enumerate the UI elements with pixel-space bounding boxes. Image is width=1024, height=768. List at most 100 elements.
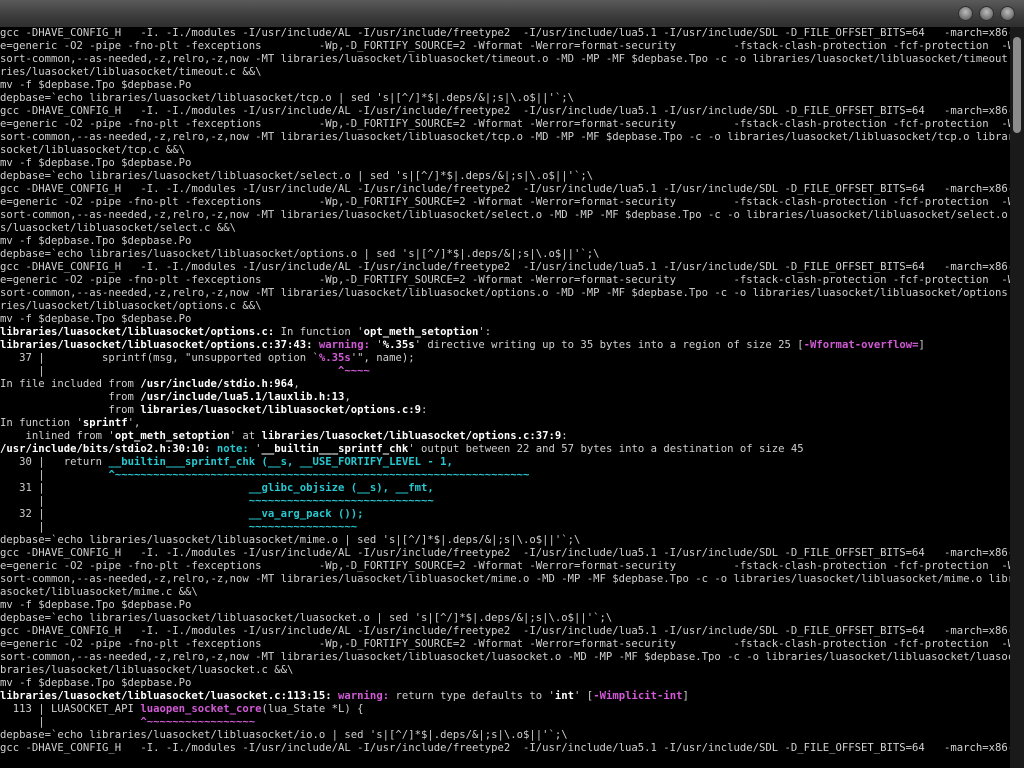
terminal-line: gcc -DHAVE_CONFIG_H -I. -I./modules -I/u… [0,261,1010,274]
terminal-line: libraries/luasocket/libluasocket/options… [0,339,1010,352]
terminal-text: In function ' [274,326,364,338]
terminal-line: | ~~~~~~~~~~~~~~~~~~~~~~~~~~~~~ [0,495,1010,508]
window-titlebar[interactable] [0,0,1024,27]
terminal-text: /usr/include/bits/stdio2.h:30:10: [0,443,211,455]
terminal-text: libraries/luasocket/libluasocket/options… [140,404,421,416]
terminal-text: /usr/include/stdio.h:964 [140,378,294,390]
terminal-text: ' output between 22 and 57 bytes into a … [408,443,804,455]
terminal-text: depbase=`echo libraries/luasocket/liblua… [0,729,568,741]
close-button[interactable] [1000,6,1015,21]
terminal-line: inlined from 'opt_meth_setoption' at lib… [0,430,1010,443]
maximize-button[interactable] [979,6,994,21]
terminal-text: __glibc_objsize (__s), __fmt, [248,482,434,494]
terminal-text: depbase=`echo libraries/luasocket/liblua… [0,612,613,624]
terminal-text: gcc -DHAVE_CONFIG_H -I. -I./modules -I/u… [0,27,1010,39]
terminal-line: gcc -DHAVE_CONFIG_H -I. -I./modules -I/u… [0,27,1010,40]
terminal-line: e=generic -O2 -pipe -fno-plt -fexception… [0,638,1010,651]
terminal-text: gcc -DHAVE_CONFIG_H -I. -I./modules -I/u… [0,105,1010,117]
terminal-line: sort-common,--as-needed,-z,relro,-z,now … [0,573,1010,586]
terminal-output[interactable]: gcc -DHAVE_CONFIG_H -I. -I./modules -I/u… [0,27,1010,768]
terminal-text: 37 | sprintf(msg, "unsupported option ` [0,352,319,364]
terminal-line: 30 | return __builtin___sprintf_chk (__s… [0,456,1010,469]
terminal-text: 32 | [0,508,249,520]
terminal-text: In file included from [0,378,141,390]
terminal-text: mv -f $depbase.Tpo $depbase.Po [0,313,192,325]
scrollbar-thumb[interactable] [1013,37,1021,133]
terminal-text: libraries/luasocket/libluasocket/options… [261,430,562,442]
terminal-line: gcc -DHAVE_CONFIG_H -I. -I./modules -I/u… [0,742,1010,755]
terminal-line: mv -f $depbase.Tpo $depbase.Po [0,157,1010,170]
terminal-text: e=generic -O2 -pipe -fno-plt -fexception… [0,638,1010,650]
terminal-line: sort-common,--as-needed,-z,relro,-z,now … [0,287,1010,300]
terminal-line: libraries/luasocket/libluasocket/options… [0,326,1010,339]
terminal-text: %.35s [318,352,351,364]
terminal-text: asocket/libluasocket/mime.c &&\ [0,586,198,598]
terminal-text: s/luasocket/libluasocket/select.c &&\ [0,222,236,234]
terminal-text: sort-common,--as-needed,-z,relro,-z,now … [0,573,1010,585]
terminal-line: from /usr/include/lua5.1/lauxlib.h:13, [0,391,1010,404]
terminal-text: libraries/luasocket/libluasocket/options… [0,326,275,338]
terminal-text: ' [369,339,383,351]
terminal-text: ': [478,326,492,338]
terminal-text: mv -f $depbase.Tpo $depbase.Po [0,677,192,689]
terminal-text: sort-common,--as-needed,-z,relro,-z,now … [0,209,1010,221]
terminal-text: __builtin___sprintf_chk (__s, __USE_FORT… [108,456,453,468]
terminal-text: luaopen_socket_core [140,703,262,715]
terminal-line: socket/libluasocket/tcp.c &&\ [0,144,1010,157]
terminal-text: | [0,495,249,507]
terminal-text: libraries/luasocket/libluasocket/luasock… [0,690,332,702]
terminal-text: %.35s [382,339,415,351]
terminal-text: depbase=`echo libraries/luasocket/liblua… [0,248,600,260]
terminal-text: return type defaults to ' [389,690,555,702]
terminal-text: -Wimplicit-int [593,690,683,702]
terminal-text: gcc -DHAVE_CONFIG_H -I. -I./modules -I/u… [0,742,1010,754]
terminal-line: from libraries/luasocket/libluasocket/op… [0,404,1010,417]
terminal-line: 113 | LUASOCKET_API luaopen_socket_core(… [0,703,1010,716]
terminal-text: ' at [229,430,262,442]
vertical-scrollbar[interactable] [1010,27,1024,768]
terminal-text: e=generic -O2 -pipe -fno-plt -fexception… [0,118,1010,130]
terminal-line: e=generic -O2 -pipe -fno-plt -fexception… [0,274,1010,287]
terminal-text: ^~~~~~~~~~~~~~~~~~ [140,716,256,728]
terminal-text: 113 | LUASOCKET_API [0,703,141,715]
terminal-text: inlined from ' [0,430,115,442]
terminal-line: In file included from /usr/include/stdio… [0,378,1010,391]
terminal-text: libraries/luasocket/libluasocket/options… [0,339,313,351]
terminal-text: ] [682,690,689,702]
terminal-text: e=generic -O2 -pipe -fno-plt -fexception… [0,274,1010,286]
terminal-line: braries/luasocket/libluasocket/luasocket… [0,664,1010,677]
terminal-text: mv -f $depbase.Tpo $depbase.Po [0,235,192,247]
terminal-text: gcc -DHAVE_CONFIG_H -I. -I./modules -I/u… [0,183,1010,195]
terminal-text: from [0,391,141,403]
terminal-text: : [420,404,428,416]
terminal-line: | ^~~~~~~~~~~~~~~~~~ [0,716,1010,729]
terminal-text: gcc -DHAVE_CONFIG_H -I. -I./modules -I/u… [0,261,1010,273]
terminal-line: gcc -DHAVE_CONFIG_H -I. -I./modules -I/u… [0,183,1010,196]
terminal-text: /usr/include/lua5.1/lauxlib.h:13 [140,391,345,403]
terminal-line: e=generic -O2 -pipe -fno-plt -fexception… [0,118,1010,131]
terminal-line: asocket/libluasocket/mime.c &&\ [0,586,1010,599]
terminal-line: | ^~~~~~~~~~~~~~~~~~~~~~~~~~~~~~~~~~~~~~… [0,469,1010,482]
terminal-line: mv -f $depbase.Tpo $depbase.Po [0,235,1010,248]
terminal-text: sort-common,--as-needed,-z,relro,-z,now … [0,53,1010,65]
terminal-line: ries/luasocket/libluasocket/options.c &&… [0,300,1010,313]
terminal-text: sort-common,--as-needed,-z,relro,-z,now … [0,131,1010,143]
terminal-line: mv -f $depbase.Tpo $depbase.Po [0,313,1010,326]
terminal-text: ] [918,339,925,351]
terminal-text: sort-common,--as-needed,-z,relro,-z,now … [0,651,1010,663]
terminal-text: mv -f $depbase.Tpo $depbase.Po [0,79,192,91]
terminal-line: mv -f $depbase.Tpo $depbase.Po [0,599,1010,612]
terminal-line: depbase=`echo libraries/luasocket/liblua… [0,92,1010,105]
terminal-line: gcc -DHAVE_CONFIG_H -I. -I./modules -I/u… [0,625,1010,638]
terminal-text: ', [127,417,141,429]
terminal-line: sort-common,--as-needed,-z,relro,-z,now … [0,651,1010,664]
terminal-text: e=generic -O2 -pipe -fno-plt -fexception… [0,196,1010,208]
terminal-line: s/luasocket/libluasocket/select.c &&\ [0,222,1010,235]
terminal-text: ' directive writing up to 35 bytes into … [414,339,804,351]
terminal-text: depbase=`echo libraries/luasocket/liblua… [0,170,594,182]
terminal-text: e=generic -O2 -pipe -fno-plt -fexception… [0,40,1010,52]
terminal-text: warning: [338,690,390,702]
terminal-text: '", name); [350,352,415,364]
terminal-text: | [0,365,339,377]
minimize-button[interactable] [958,6,973,21]
